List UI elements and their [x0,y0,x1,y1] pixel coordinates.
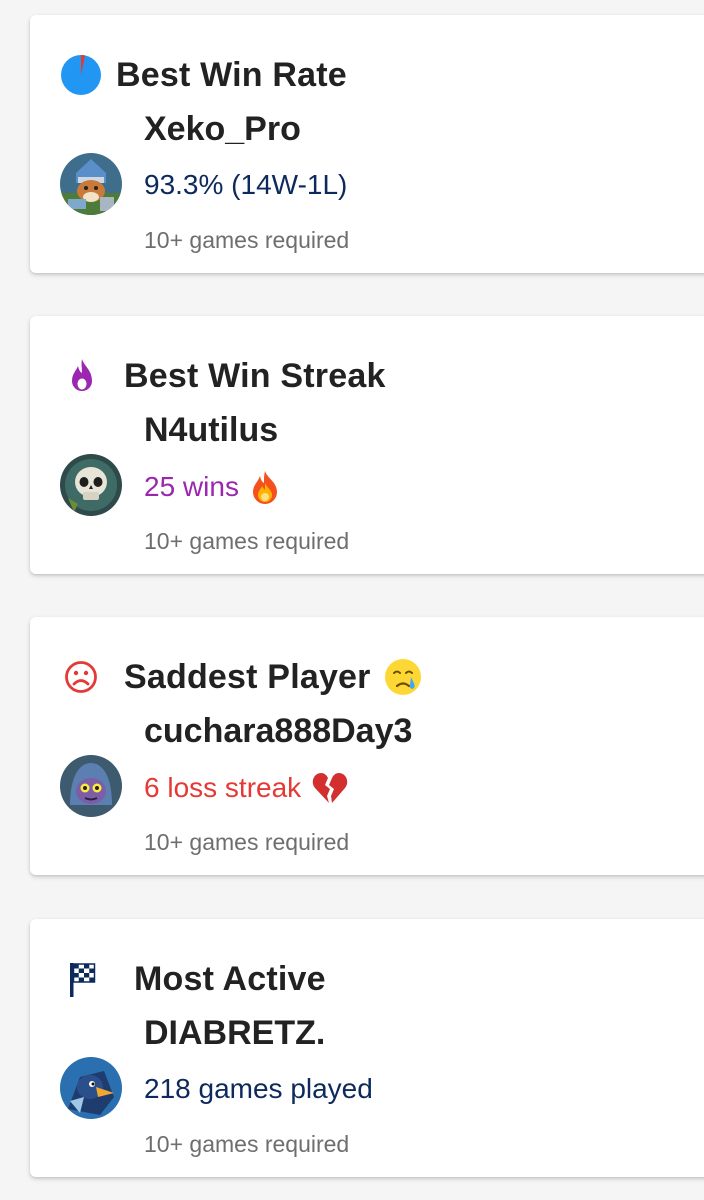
card-title: Best Win Streak [124,356,386,395]
requirement-note: 10+ games required [144,829,350,855]
games-played-stat: 218 games played [144,1073,373,1105]
hooded-creature-avatar[interactable] [60,755,122,817]
stat-value: 93.3% (14W-1L) [144,169,348,200]
card-title: Most Active [134,959,326,998]
stat-value: 218 games played [144,1073,373,1104]
broken-heart-emoji [311,771,349,805]
win-streak-stat: 25 wins [144,470,281,504]
player-name[interactable]: Xeko_Pro [144,110,301,149]
crying-face-emoji [383,657,423,697]
player-name[interactable]: N4utilus [144,411,278,450]
stat-card-best-win-rate: Best Win Rate Xeko_Pro 93.3% (14W-1L) 10… [30,15,704,273]
stat-card-most-active: Most Active DIABRETZ. 218 games played 1… [30,919,704,1177]
card-title: Saddest Player [124,657,371,696]
stat-card-saddest-player: Saddest Player cuchara888Day3 6 loss str… [30,617,704,875]
requirement-note: 10+ games required [144,1131,350,1157]
requirement-note: 10+ games required [144,227,350,253]
stat-value: 6 loss streak [144,772,302,803]
skull-avatar[interactable] [60,454,122,516]
bird-warrior-avatar[interactable] [60,1057,122,1119]
checkered-flag-icon [60,957,104,1001]
card-header: Best Win Streak [60,354,386,398]
card-header: Saddest Player [60,655,423,699]
pie-chart-icon [60,53,104,97]
flame-icon [60,354,104,398]
loss-streak-stat: 6 loss streak [144,771,349,805]
card-header: Most Active [60,957,326,1001]
win-rate-stat: 93.3% (14W-1L) [144,169,347,201]
stat-card-best-win-streak: Best Win Streak N4utilus 25 wins 10+ gam… [30,316,704,574]
player-name[interactable]: DIABRETZ. [144,1014,325,1053]
player-name[interactable]: cuchara888Day3 [144,712,412,751]
sad-face-icon [60,655,104,699]
stat-value: 25 wins [144,471,239,502]
card-title: Best Win Rate [116,55,347,94]
fire-emoji [249,470,281,504]
fox-knight-avatar[interactable] [60,153,122,215]
requirement-note: 10+ games required [144,528,350,554]
card-header: Best Win Rate [60,53,347,97]
